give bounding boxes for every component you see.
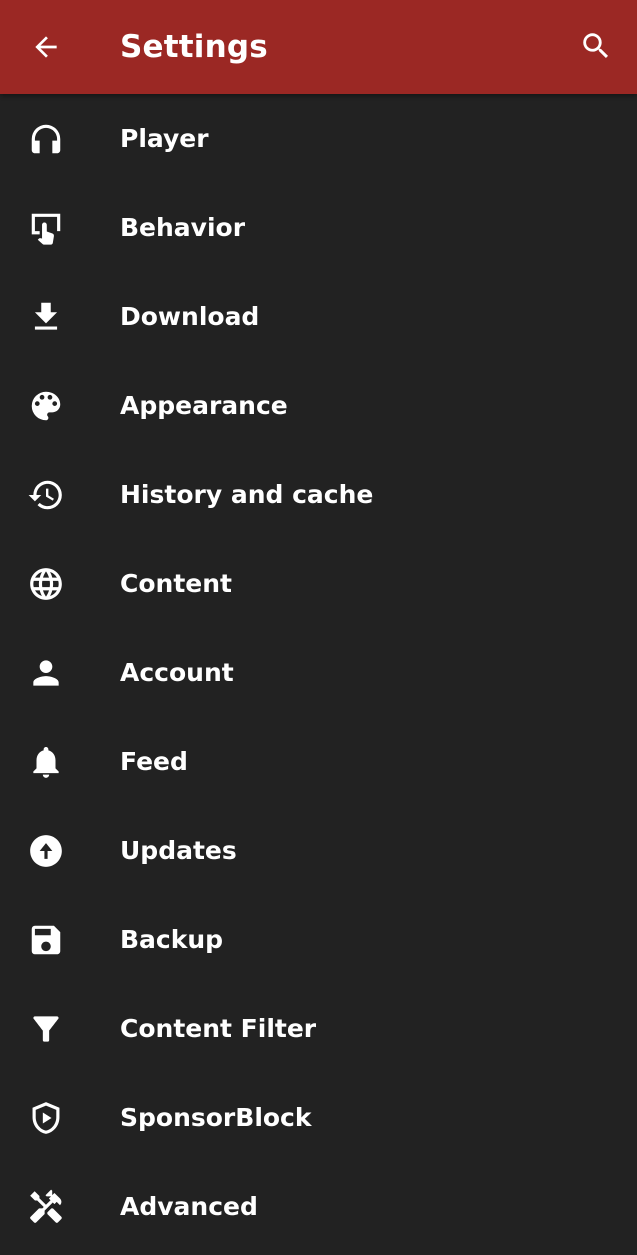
search-button[interactable] — [572, 22, 620, 70]
download-icon — [27, 298, 65, 336]
settings-item-label: Backup — [120, 924, 224, 954]
settings-item-download[interactable]: Download — [0, 272, 637, 361]
filter-icon — [27, 1010, 65, 1048]
settings-item-updates[interactable]: Updates — [0, 806, 637, 895]
app-bar: Settings — [0, 0, 637, 94]
settings-item-label: SponsorBlock — [120, 1102, 312, 1132]
person-icon — [27, 654, 65, 692]
settings-item-label: History and cache — [120, 479, 374, 509]
headphones-icon — [27, 120, 65, 158]
settings-item-backup[interactable]: Backup — [0, 895, 637, 984]
settings-item-label: Updates — [120, 835, 237, 865]
settings-item-sponsorblock[interactable]: SponsorBlock — [0, 1073, 637, 1162]
tools-icon — [27, 1188, 65, 1226]
globe-icon — [27, 565, 65, 603]
settings-item-player[interactable]: Player — [0, 94, 637, 183]
settings-item-appearance[interactable]: Appearance — [0, 361, 637, 450]
back-button[interactable] — [22, 23, 70, 71]
touch-screen-icon — [27, 209, 65, 247]
settings-item-content[interactable]: Content — [0, 539, 637, 628]
settings-list: Player Behavior Download Appearance Hist — [0, 94, 637, 1251]
settings-item-label: Account — [120, 657, 234, 687]
settings-item-history-and-cache[interactable]: History and cache — [0, 450, 637, 539]
settings-item-label: Feed — [120, 746, 188, 776]
settings-item-label: Advanced — [120, 1191, 258, 1221]
palette-icon — [27, 387, 65, 425]
settings-item-label: Player — [120, 123, 209, 153]
search-icon — [583, 33, 609, 59]
history-icon — [27, 476, 65, 514]
bell-icon — [27, 743, 65, 781]
settings-screen: Settings Player Behavior Download Appear… — [0, 0, 637, 1255]
arrow-back-icon — [35, 36, 57, 58]
settings-item-label: Behavior — [120, 212, 246, 242]
settings-item-feed[interactable]: Feed — [0, 717, 637, 806]
shield-play-icon — [27, 1099, 65, 1137]
save-icon — [27, 921, 65, 959]
settings-item-behavior[interactable]: Behavior — [0, 183, 637, 272]
settings-item-account[interactable]: Account — [0, 628, 637, 717]
settings-item-advanced[interactable]: Advanced — [0, 1162, 637, 1251]
settings-item-label: Content Filter — [120, 1013, 317, 1043]
settings-item-content-filter[interactable]: Content Filter — [0, 984, 637, 1073]
settings-item-label: Appearance — [120, 390, 288, 420]
page-title: Settings — [120, 29, 268, 65]
upload-circle-icon — [27, 832, 65, 870]
settings-item-label: Download — [120, 301, 260, 331]
settings-item-label: Content — [120, 568, 232, 598]
